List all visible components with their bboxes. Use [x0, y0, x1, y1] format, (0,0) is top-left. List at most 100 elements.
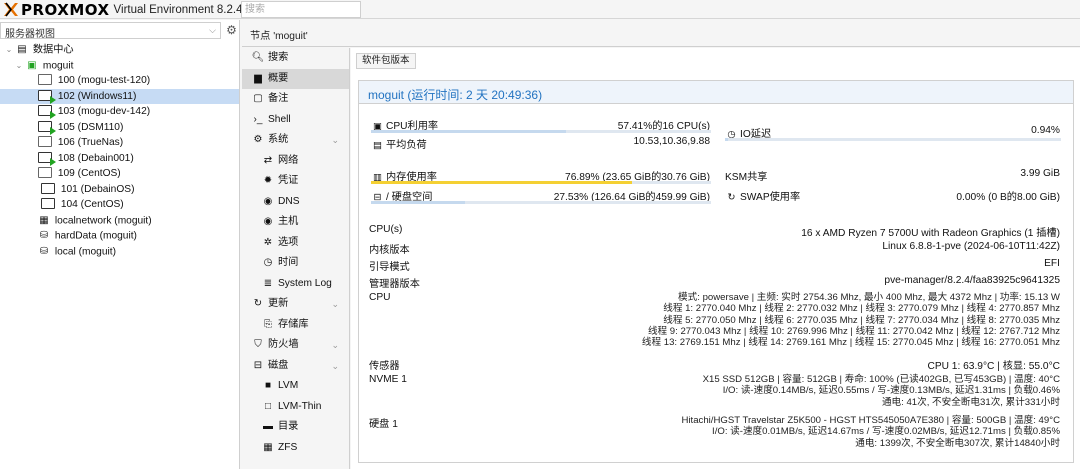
chevron-down-icon[interactable]: ⌵ — [209, 25, 216, 36]
gears-icon: ⚙ — [253, 134, 263, 145]
nav-item-15[interactable]: ⊟ 磁盘 ⌄ — [242, 356, 349, 377]
tree-item-vm-103[interactable]: 103 (mogu-dev-142) — [0, 104, 239, 120]
nav-item-13[interactable]: ⎘ 存储库 — [242, 315, 349, 336]
node-status-panel: moguit (运行时间: 2 天 20:49:36) ▣ CPU利用率 57.4… — [358, 80, 1074, 463]
cpus-value: 16 x AMD Ryzen 7 5700U with Radeon Graph… — [801, 228, 1060, 239]
tree-item-storage-local[interactable]: ⛁ local (moguit) — [0, 244, 239, 260]
tree-item-template-104[interactable]: 104 (CentOS) — [0, 196, 239, 213]
globe-icon: ◉ — [263, 195, 273, 207]
gear-icon[interactable]: ⚙ — [224, 22, 239, 39]
nav-item-5[interactable]: ⇄ 网络 — [242, 151, 349, 172]
nav-item-label: Shell — [268, 113, 291, 125]
nav-item-16[interactable]: ■ LVM — [242, 376, 349, 397]
manager-version-value: pve-manager/8.2.4/faa83925c9641325 — [884, 275, 1060, 286]
chevron-down-icon[interactable]: ⌄ — [331, 130, 339, 151]
top-bar: PROXMOX Virtual Environment 8.2.4 — [0, 0, 1080, 19]
tree-item-datacenter[interactable]: ⌄ ▤ 数据中心 — [0, 42, 239, 58]
nav-item-label: 时间 — [278, 257, 299, 268]
tree-item-storage-harddata[interactable]: ⛁ hardData (moguit) — [0, 228, 239, 244]
io-delay-bar-fill — [725, 138, 729, 141]
tree-item-label: local (moguit) — [54, 245, 116, 257]
collapse-icon[interactable]: ⌄ — [4, 42, 14, 58]
vm-stopped-icon — [38, 74, 52, 85]
nav-item-11[interactable]: ≣ System Log — [242, 274, 349, 295]
product-version: Virtual Environment 8.2.4 — [113, 3, 243, 16]
proxmox-logo[interactable]: PROXMOX Virtual Environment 8.2.4 — [3, 0, 243, 19]
tree-item-label: 101 (DebainOS) — [60, 183, 135, 195]
nav-item-8[interactable]: ◉ 主机 — [242, 212, 349, 233]
nav-item-3[interactable]: ›_ Shell — [242, 110, 349, 131]
io-delay-value: 0.94% — [1031, 125, 1060, 136]
square-icon: ■ — [264, 380, 272, 391]
tree-item-label: localnetwork (moguit) — [54, 214, 152, 226]
cpu-usage-bar — [371, 130, 711, 133]
nav-item-4[interactable]: ⚙ 系统 ⌄ — [242, 130, 349, 151]
nav-item-1[interactable]: ▆ 概要 — [242, 68, 349, 89]
disk-space-bar — [371, 201, 711, 204]
nav-item-9[interactable]: ✲ 选项 — [242, 233, 349, 254]
chevron-down-icon[interactable]: ⌄ — [331, 356, 339, 377]
tree-item-node[interactable]: ⌄ ▣ moguit — [0, 58, 239, 74]
nav-item-2[interactable]: ▢ 备注 — [242, 89, 349, 110]
nav-item-label: LVM-Thin — [278, 400, 322, 412]
square-outline-icon: □ — [264, 400, 272, 412]
swap-label: ↻ SWAP使用率 — [725, 188, 801, 203]
nav-item-19[interactable]: ▦ ZFS — [242, 438, 349, 459]
cpu-frequency-info: 模式: powersave | 主频: 实时 2754.36 Mhz, 最小 4… — [641, 292, 1060, 349]
tree-item-network[interactable]: ▦ localnetwork (moguit) — [0, 213, 239, 229]
ksm-value: 3.99 GiB — [1020, 168, 1060, 179]
gear-icon: ✲ — [263, 236, 273, 248]
manager-version-label: 管理器版本 — [369, 279, 420, 290]
nav-item-label: 概要 — [268, 72, 289, 84]
nav-item-7[interactable]: ◉ DNS — [242, 192, 349, 213]
collapse-icon[interactable]: ⌄ — [14, 58, 24, 74]
nav-item-6[interactable]: ✹ 凭证 — [242, 171, 349, 192]
memory-usage-bar — [371, 181, 711, 184]
kernel-value: Linux 6.8.8-1-pve (2024-06-10T11:42Z) — [882, 241, 1060, 252]
globe-icon: ◉ — [263, 216, 273, 227]
nav-item-12[interactable]: ↻ 更新 ⌄ — [242, 294, 349, 315]
tree-item-template-101[interactable]: 101 (DebainOS) — [0, 180, 239, 198]
package-versions-button[interactable]: 软件包版本 — [356, 53, 416, 69]
certificate-icon: ✹ — [263, 175, 273, 186]
tree-item-vm-109[interactable]: 109 (CentOS) — [0, 166, 239, 182]
nav-item-10[interactable]: ◷ 时间 — [242, 253, 349, 274]
files-icon: ⎘ — [264, 318, 272, 330]
chevron-down-icon[interactable]: ⌄ — [331, 335, 339, 356]
database-icon: ⛁ — [39, 230, 49, 241]
nav-item-label: 更新 — [268, 298, 289, 309]
boot-mode-label: 引导模式 — [369, 262, 410, 273]
nav-item-label: System Log — [278, 277, 332, 289]
sensor-value: CPU 1: 63.9°C | 核显: 55.0°C — [927, 361, 1060, 372]
boot-mode-value: EFI — [1044, 258, 1060, 269]
nav-item-17[interactable]: □ LVM-Thin — [242, 397, 349, 418]
tree-item-vm-106[interactable]: 106 (TrueNas) — [0, 135, 239, 151]
tree-item-vm-100[interactable]: 100 (mogu-test-120) — [0, 73, 239, 89]
nav-item-18[interactable]: ▬ 目录 — [242, 417, 349, 438]
nav-item-0[interactable]: 🔍︎ 搜索 — [242, 48, 349, 69]
panel-title: moguit (运行时间: 2 天 20:49:36) — [359, 81, 1073, 104]
cpus-label: CPU(s) — [369, 224, 403, 235]
tree-item-label: 100 (mogu-test-120) — [57, 75, 151, 86]
logo-text: PROXMOX — [21, 0, 110, 19]
tree-item-vm-105[interactable]: 105 (DSM110) — [0, 120, 239, 136]
view-select[interactable]: 服务器视图 ⌵ — [0, 22, 221, 40]
database-icon: ⛁ — [39, 245, 49, 257]
vm-running-icon — [38, 120, 56, 135]
nav-item-14[interactable]: ⛉ 防火墙 ⌄ — [242, 335, 349, 356]
io-delay-bar — [725, 138, 1061, 141]
nav-item-label: 系统 — [268, 134, 289, 145]
summary-panel: 软件包版本 moguit (运行时间: 2 天 20:49:36) ▣ CPU利用… — [351, 48, 1080, 469]
tree-item-vm-108[interactable]: 108 (Debain001) — [0, 151, 239, 167]
vm-running-icon — [38, 151, 56, 166]
tree-item-vm-102[interactable]: 102 (Windows11) — [0, 88, 239, 104]
chevron-down-icon[interactable]: ⌄ — [331, 294, 339, 315]
search-icon: 🔍︎ — [251, 52, 265, 63]
vm-running-icon — [38, 105, 56, 119]
proxmox-x-icon — [4, 2, 18, 17]
list-icon: ≣ — [263, 277, 273, 289]
search-input[interactable] — [241, 1, 361, 18]
template-icon — [39, 196, 55, 209]
nav-item-label: 目录 — [278, 421, 299, 432]
load-value: 10.53,10.36,9.88 — [633, 136, 710, 147]
